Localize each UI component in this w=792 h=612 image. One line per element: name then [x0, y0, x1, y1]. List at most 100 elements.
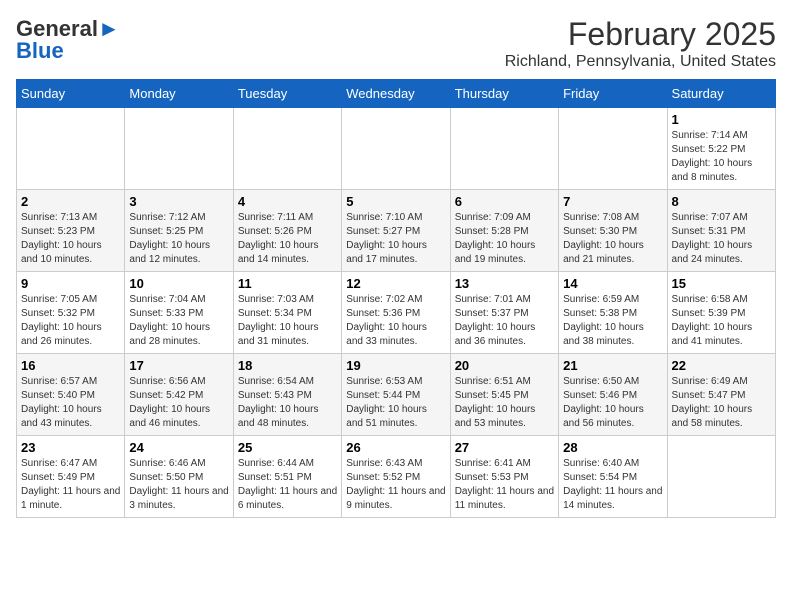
day-number: 26	[346, 440, 445, 455]
day-of-week-header: Tuesday	[233, 80, 341, 108]
calendar-day-cell: 15 Sunrise: 6:58 AM Sunset: 5:39 PM Dayli…	[667, 272, 775, 354]
day-of-week-header: Saturday	[667, 80, 775, 108]
day-info: Sunrise: 6:59 AM Sunset: 5:38 PM Dayligh…	[563, 293, 662, 349]
day-info: Sunrise: 7:11 AM Sunset: 5:26 PM Dayligh…	[238, 211, 337, 267]
day-info: Sunrise: 6:54 AM Sunset: 5:43 PM Dayligh…	[238, 375, 337, 431]
day-of-week-header: Wednesday	[342, 80, 450, 108]
calendar-day-cell	[17, 108, 125, 190]
day-number: 22	[672, 358, 771, 373]
day-info: Sunrise: 7:07 AM Sunset: 5:31 PM Dayligh…	[672, 211, 771, 267]
calendar-day-cell: 11 Sunrise: 7:03 AM Sunset: 5:34 PM Dayli…	[233, 272, 341, 354]
day-info: Sunrise: 6:40 AM Sunset: 5:54 PM Dayligh…	[563, 457, 662, 513]
calendar-day-cell: 28 Sunrise: 6:40 AM Sunset: 5:54 PM Dayli…	[559, 436, 667, 518]
logo: General► Blue	[16, 16, 120, 64]
calendar-day-cell: 20 Sunrise: 6:51 AM Sunset: 5:45 PM Dayli…	[450, 354, 558, 436]
day-number: 13	[455, 276, 554, 291]
day-of-week-header: Monday	[125, 80, 233, 108]
day-info: Sunrise: 7:05 AM Sunset: 5:32 PM Dayligh…	[21, 293, 120, 349]
day-info: Sunrise: 6:50 AM Sunset: 5:46 PM Dayligh…	[563, 375, 662, 431]
calendar-day-cell: 4 Sunrise: 7:11 AM Sunset: 5:26 PM Daylig…	[233, 190, 341, 272]
calendar-day-cell: 18 Sunrise: 6:54 AM Sunset: 5:43 PM Dayli…	[233, 354, 341, 436]
day-number: 28	[563, 440, 662, 455]
day-info: Sunrise: 6:47 AM Sunset: 5:49 PM Dayligh…	[21, 457, 120, 513]
calendar-day-cell	[342, 108, 450, 190]
day-number: 8	[672, 194, 771, 209]
day-number: 3	[129, 194, 228, 209]
calendar-day-cell	[125, 108, 233, 190]
day-number: 15	[672, 276, 771, 291]
day-info: Sunrise: 6:49 AM Sunset: 5:47 PM Dayligh…	[672, 375, 771, 431]
calendar-week-row: 2 Sunrise: 7:13 AM Sunset: 5:23 PM Daylig…	[17, 190, 776, 272]
day-number: 16	[21, 358, 120, 373]
day-info: Sunrise: 7:04 AM Sunset: 5:33 PM Dayligh…	[129, 293, 228, 349]
day-number: 20	[455, 358, 554, 373]
day-info: Sunrise: 7:02 AM Sunset: 5:36 PM Dayligh…	[346, 293, 445, 349]
day-info: Sunrise: 7:09 AM Sunset: 5:28 PM Dayligh…	[455, 211, 554, 267]
day-number: 17	[129, 358, 228, 373]
day-number: 25	[238, 440, 337, 455]
calendar-week-row: 16 Sunrise: 6:57 AM Sunset: 5:40 PM Dayli…	[17, 354, 776, 436]
calendar-day-cell: 8 Sunrise: 7:07 AM Sunset: 5:31 PM Daylig…	[667, 190, 775, 272]
calendar-day-cell: 5 Sunrise: 7:10 AM Sunset: 5:27 PM Daylig…	[342, 190, 450, 272]
day-number: 2	[21, 194, 120, 209]
calendar-week-row: 9 Sunrise: 7:05 AM Sunset: 5:32 PM Daylig…	[17, 272, 776, 354]
day-number: 18	[238, 358, 337, 373]
day-info: Sunrise: 6:53 AM Sunset: 5:44 PM Dayligh…	[346, 375, 445, 431]
day-info: Sunrise: 6:58 AM Sunset: 5:39 PM Dayligh…	[672, 293, 771, 349]
calendar-day-cell: 13 Sunrise: 7:01 AM Sunset: 5:37 PM Dayli…	[450, 272, 558, 354]
calendar-day-cell: 25Sunrise: 6:44 AM Sunset: 5:51 PM Dayli…	[233, 436, 341, 518]
calendar-day-cell: 26 Sunrise: 6:43 AM Sunset: 5:52 PM Dayli…	[342, 436, 450, 518]
day-info: Sunrise: 6:56 AM Sunset: 5:42 PM Dayligh…	[129, 375, 228, 431]
day-info: Sunrise: 7:03 AM Sunset: 5:34 PM Dayligh…	[238, 293, 337, 349]
day-number: 11	[238, 276, 337, 291]
day-info: Sunrise: 7:13 AM Sunset: 5:23 PM Dayligh…	[21, 211, 120, 267]
day-of-week-header: Sunday	[17, 80, 125, 108]
day-info: Sunrise: 6:46 AM Sunset: 5:50 PM Dayligh…	[129, 457, 228, 513]
day-info: Sunrise: 6:41 AM Sunset: 5:53 PM Dayligh…	[455, 457, 554, 513]
day-number: 12	[346, 276, 445, 291]
calendar-day-cell: 10 Sunrise: 7:04 AM Sunset: 5:33 PM Dayli…	[125, 272, 233, 354]
calendar-day-cell: 14Sunrise: 6:59 AM Sunset: 5:38 PM Dayli…	[559, 272, 667, 354]
day-number: 24	[129, 440, 228, 455]
calendar-day-cell: 23 Sunrise: 6:47 AM Sunset: 5:49 PM Dayli…	[17, 436, 125, 518]
day-number: 19	[346, 358, 445, 373]
day-info: Sunrise: 6:51 AM Sunset: 5:45 PM Dayligh…	[455, 375, 554, 431]
day-number: 23	[21, 440, 120, 455]
calendar-day-cell: 3 Sunrise: 7:12 AM Sunset: 5:25 PM Daylig…	[125, 190, 233, 272]
calendar-day-cell	[667, 436, 775, 518]
calendar-body: 1Sunrise: 7:14 AM Sunset: 5:22 PM Daylig…	[17, 108, 776, 518]
day-number: 6	[455, 194, 554, 209]
day-info: Sunrise: 7:12 AM Sunset: 5:25 PM Dayligh…	[129, 211, 228, 267]
calendar-subtitle: Richland, Pennsylvania, United States	[505, 53, 776, 71]
calendar-header: SundayMondayTuesdayWednesdayThursdayFrid…	[17, 80, 776, 108]
title-block: February 2025 Richland, Pennsylvania, Un…	[505, 16, 776, 71]
day-number: 10	[129, 276, 228, 291]
day-number: 9	[21, 276, 120, 291]
day-info: Sunrise: 6:43 AM Sunset: 5:52 PM Dayligh…	[346, 457, 445, 513]
calendar-day-cell: 19 Sunrise: 6:53 AM Sunset: 5:44 PM Dayli…	[342, 354, 450, 436]
calendar-day-cell: 12 Sunrise: 7:02 AM Sunset: 5:36 PM Dayli…	[342, 272, 450, 354]
day-info: Sunrise: 6:57 AM Sunset: 5:40 PM Dayligh…	[21, 375, 120, 431]
calendar-week-row: 1Sunrise: 7:14 AM Sunset: 5:22 PM Daylig…	[17, 108, 776, 190]
calendar-day-cell: 6 Sunrise: 7:09 AM Sunset: 5:28 PM Daylig…	[450, 190, 558, 272]
calendar-day-cell: 2 Sunrise: 7:13 AM Sunset: 5:23 PM Daylig…	[17, 190, 125, 272]
calendar-day-cell: 9 Sunrise: 7:05 AM Sunset: 5:32 PM Daylig…	[17, 272, 125, 354]
day-number: 21	[563, 358, 662, 373]
calendar-week-row: 23 Sunrise: 6:47 AM Sunset: 5:49 PM Dayli…	[17, 436, 776, 518]
day-of-week-header: Thursday	[450, 80, 558, 108]
day-info: Sunrise: 7:10 AM Sunset: 5:27 PM Dayligh…	[346, 211, 445, 267]
day-number: 4	[238, 194, 337, 209]
day-number: 5	[346, 194, 445, 209]
calendar-day-cell: 16 Sunrise: 6:57 AM Sunset: 5:40 PM Dayli…	[17, 354, 125, 436]
day-info: Sunrise: 7:01 AM Sunset: 5:37 PM Dayligh…	[455, 293, 554, 349]
calendar-day-cell: 27 Sunrise: 6:41 AM Sunset: 5:53 PM Dayli…	[450, 436, 558, 518]
calendar-day-cell: 22 Sunrise: 6:49 AM Sunset: 5:47 PM Dayli…	[667, 354, 775, 436]
day-info: Sunrise: 7:08 AM Sunset: 5:30 PM Dayligh…	[563, 211, 662, 267]
calendar-day-cell: 17 Sunrise: 6:56 AM Sunset: 5:42 PM Dayli…	[125, 354, 233, 436]
calendar-day-cell: 24 Sunrise: 6:46 AM Sunset: 5:50 PM Dayli…	[125, 436, 233, 518]
day-number: 27	[455, 440, 554, 455]
day-number: 7	[563, 194, 662, 209]
calendar-day-cell: 1Sunrise: 7:14 AM Sunset: 5:22 PM Daylig…	[667, 108, 775, 190]
day-of-week-header: Friday	[559, 80, 667, 108]
calendar-day-cell	[233, 108, 341, 190]
